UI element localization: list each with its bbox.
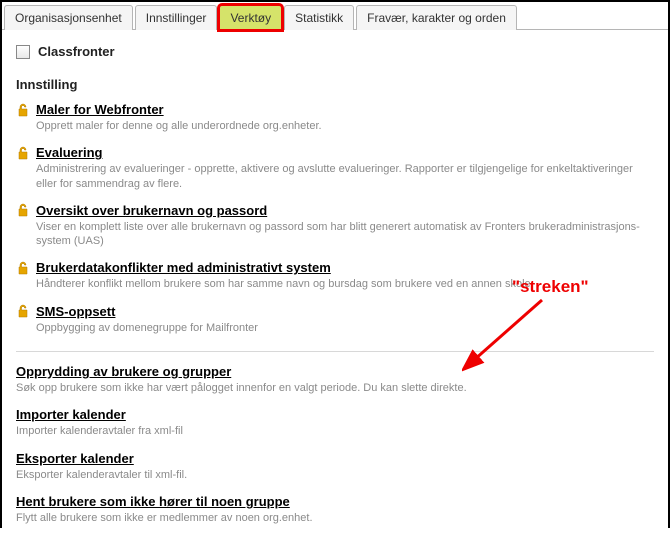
list-item: Hent brukere som ikke hører til noen gru… — [16, 490, 654, 533]
item-link-userdata-conflicts[interactable]: Brukerdatakonflikter med administrativt … — [36, 260, 331, 275]
item-desc: Viser en komplett liste over alle bruker… — [36, 220, 654, 249]
item-desc: Håndterer konflikt mellom brukere som ha… — [36, 277, 654, 291]
list-item: SMS-oppsett Oppbygging av domenegruppe f… — [16, 300, 654, 343]
tab-bar: Organisasjonsenhet Innstillinger Verktøy… — [2, 2, 668, 30]
section-heading: Innstilling — [16, 77, 654, 92]
item-link-fetch-users[interactable]: Hent brukere som ikke hører til noen gru… — [16, 494, 290, 509]
classfronter-checkbox[interactable] — [16, 45, 30, 59]
tab-settings[interactable]: Innstillinger — [135, 5, 218, 30]
item-desc: Importer kalenderavtaler fra xml-fil — [16, 424, 654, 438]
item-link-templates[interactable]: Maler for Webfronter — [36, 102, 164, 117]
item-desc: Eksporter kalenderavtaler til xml-fil. — [16, 468, 654, 482]
item-desc: Oppbygging av domenegruppe for Mailfront… — [36, 321, 654, 335]
item-link-cleanup[interactable]: Opprydding av brukere og grupper — [16, 364, 231, 379]
item-desc: Administrering av evalueringer - opprett… — [36, 162, 654, 191]
unlock-icon — [16, 203, 30, 217]
item-link-sms-setup[interactable]: SMS-oppsett — [36, 304, 115, 319]
item-desc: Opprett maler for denne og alle underord… — [36, 119, 654, 133]
tab-org[interactable]: Organisasjonsenhet — [4, 5, 133, 30]
item-link-export-calendar[interactable]: Eksporter kalender — [16, 451, 134, 466]
tab-stats[interactable]: Statistikk — [284, 5, 354, 30]
classfronter-label: Classfronter — [38, 44, 115, 59]
unlock-icon — [16, 304, 30, 318]
list-item: Maler for Webfronter Opprett maler for d… — [16, 98, 654, 141]
divider-line — [16, 351, 654, 352]
list-item: Evaluering Administrering av evalueringe… — [16, 141, 654, 199]
item-link-import-calendar[interactable]: Importer kalender — [16, 407, 126, 422]
tab-absence[interactable]: Fravær, karakter og orden — [356, 5, 517, 30]
item-desc: Søk opp brukere som ikke har vært pålogg… — [16, 381, 654, 395]
list-item: Importer kalender Importer kalenderavtal… — [16, 403, 654, 446]
main-panel: Classfronter Innstilling Maler for Webfr… — [2, 30, 668, 543]
tab-tools[interactable]: Verktøy — [219, 5, 282, 30]
list-item: Brukerdatakonflikter med administrativt … — [16, 256, 654, 299]
unlock-icon — [16, 146, 30, 160]
unlock-icon — [16, 103, 30, 117]
list-item: Opprydding av brukere og grupper Søk opp… — [16, 360, 654, 403]
item-link-evaluation[interactable]: Evaluering — [36, 145, 102, 160]
classfronter-row: Classfronter — [16, 44, 654, 59]
item-desc: Flytt alle brukere som ikke er medlemmer… — [16, 511, 654, 525]
list-item: Eksporter kalender Eksporter kalenderavt… — [16, 447, 654, 490]
list-item: Oversikt over brukernavn og passord Vise… — [16, 199, 654, 257]
unlock-icon — [16, 261, 30, 275]
item-link-user-overview[interactable]: Oversikt over brukernavn og passord — [36, 203, 267, 218]
